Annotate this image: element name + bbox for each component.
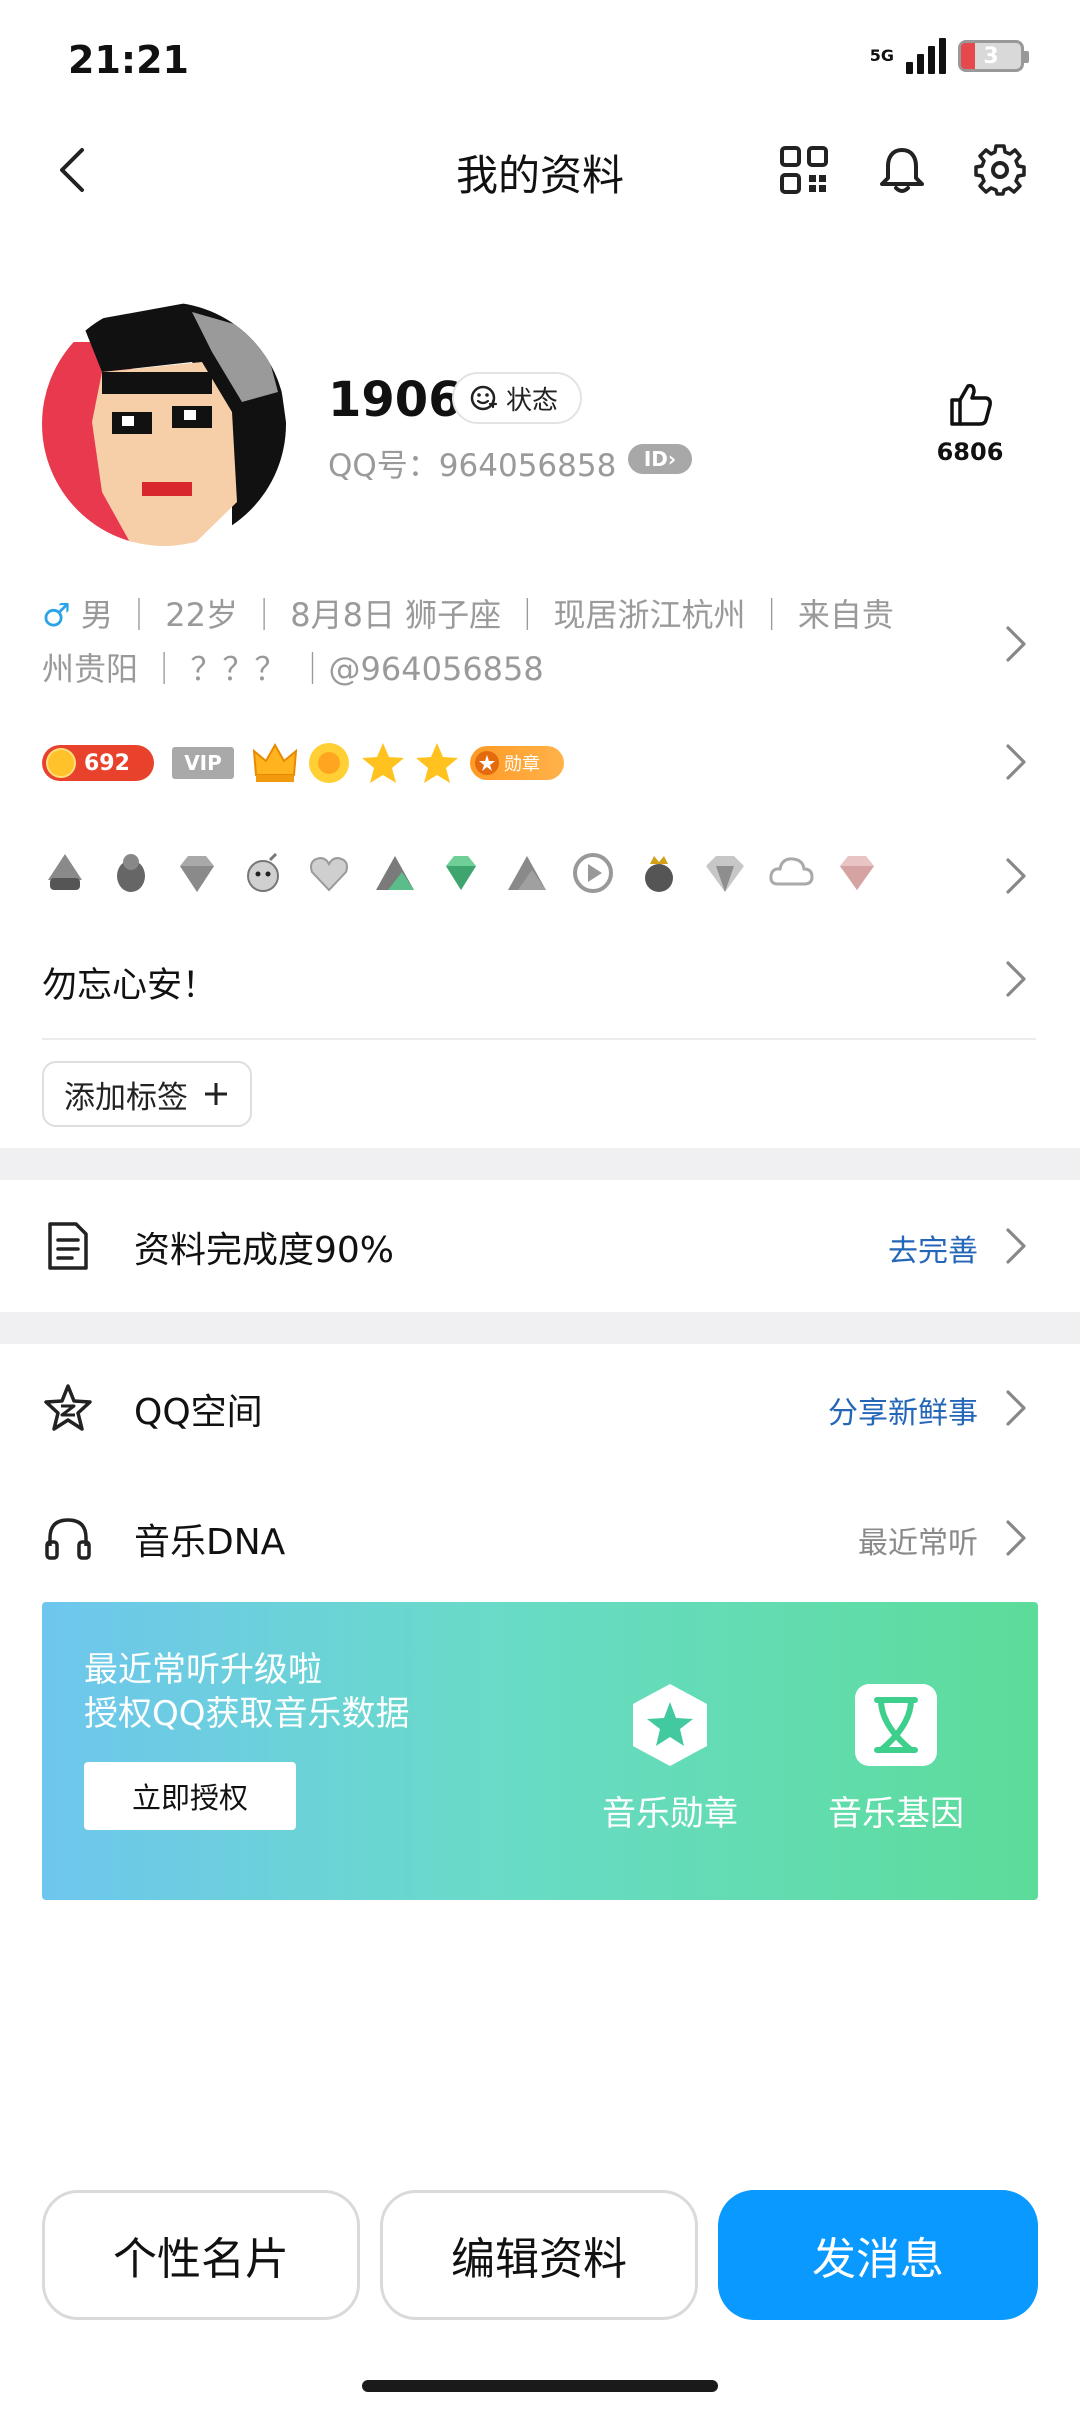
music-dna-label: 音乐DNA [134,1522,286,1563]
section-divider [0,1148,1080,1180]
basic-info: 男 ｜ 22岁 ｜ 8月8日 狮子座 ｜ 现居浙江杭州 ｜ 来自贵州贵阳 ｜ ？… [42,596,894,688]
music-dna-row[interactable]: 音乐DNA 最近常听 [0,1488,1080,1588]
chevron-right-icon [1006,626,1026,662]
sun-icon [309,743,349,783]
chevron-right-icon: › [667,447,677,471]
profile-header: 1906 状态 QQ号：964056858 ID › 6806 [0,290,1080,550]
signal-icon [906,38,946,74]
achievement-strip [42,850,880,896]
badge-strip: 692 VIP 勋章 [42,740,564,786]
completion-label: 资料完成度90% [134,1230,395,1271]
music-medal-feature[interactable]: 音乐勋章 [570,1682,770,1835]
id-badge-label: ID [643,447,668,471]
heart-icon [310,856,348,892]
chevron-right-icon [1006,1390,1026,1426]
authorize-button[interactable]: 立即授权 [84,1762,296,1830]
coin-icon [46,748,76,778]
medal-label: 勋章 [504,754,540,775]
home-indicator[interactable] [362,2380,718,2392]
plus-icon [205,1083,227,1105]
level-badge: 692 [42,745,154,781]
qr-code-icon[interactable] [778,144,830,196]
medal-icon [475,751,499,775]
thumbs-up-icon [950,383,992,426]
chevron-right-icon [1006,858,1026,894]
music-authorization-card: 最近常听升级啦 授权QQ获取音乐数据 立即授权 音乐勋章 音乐基因 [42,1602,1038,1900]
pink-diamond-icon [840,856,874,890]
qzone-star-icon [44,1384,92,1431]
chevron-right-icon [1006,1520,1026,1556]
music-medal-icon [633,1684,707,1766]
like-count: 6806 [936,438,1004,466]
crown-icon [252,742,298,782]
qzone-label: QQ空间 [134,1392,263,1433]
status-bar: 21:21 5G 3 [0,0,1080,120]
music-gene-label: 音乐基因 [828,1794,964,1834]
music-card-line2: 授权QQ获取音乐数据 [84,1694,410,1734]
basic-info-row[interactable]: ♂ 男 ｜ 22岁 ｜ 8月8日 狮子座 ｜ 现居浙江杭州 ｜ 来自贵州贵阳 ｜… [0,588,1080,700]
complete-profile-link[interactable]: 去完善 [888,1226,978,1270]
battery-level: 3 [983,43,999,69]
like-button[interactable]: 6806 [930,380,1010,466]
signature-row[interactable]: 勿忘心安！ [0,945,1080,1015]
send-message-button[interactable]: 发消息 [718,2190,1038,2320]
music-medal-label: 音乐勋章 [602,1794,738,1834]
emerald-icon [446,856,476,890]
qq-number[interactable]: QQ号：964056858 [328,440,616,485]
smiley-icon [470,385,498,411]
status-time: 21:21 [68,38,189,82]
male-gender-icon: ♂ [42,596,71,634]
diamond-icon [180,856,214,892]
profile-completion-row[interactable]: 资料完成度90% 去完善 [0,1196,1080,1296]
status-label: 状态 [506,385,559,416]
bottom-action-bar: 个性名片 编辑资料 发消息 [0,2190,1080,2320]
nickname: 1906 [328,372,462,428]
crowned-penguin-icon [645,856,673,892]
status-button[interactable]: 状态 [452,372,583,424]
profile-card-button[interactable]: 个性名片 [42,2190,360,2320]
penguin-hat-icon [48,854,82,890]
mountain-icon [376,856,414,890]
silver-diamond-icon [706,856,744,892]
achievements-row[interactable] [0,838,1080,910]
chevron-right-icon [1006,744,1026,780]
music-gene-icon [855,1684,937,1766]
play-icon [573,853,613,893]
star-icon [362,743,404,783]
add-tag-label: 添加标签 [64,1079,188,1116]
mountain-icon [508,856,546,890]
battery-icon: 3 [958,40,1029,72]
music-gene-feature[interactable]: 音乐基因 [796,1682,996,1835]
add-tag-button[interactable]: 添加标签 [42,1061,252,1127]
share-news-link[interactable]: 分享新鲜事 [828,1388,978,1432]
document-icon [48,1222,88,1270]
divider [42,1038,1036,1040]
signature-text: 勿忘心安！ [42,966,218,1006]
nav-bar: 我的资料 [0,120,1080,220]
chevron-right-icon [1006,961,1026,997]
chevron-right-icon [1006,1228,1026,1264]
penguin-icon [117,854,145,892]
star-icon [416,743,458,783]
recent-listening-link[interactable]: 最近常听 [858,1518,978,1562]
badges-row[interactable]: 692 VIP 勋章 [0,730,1080,794]
id-badge[interactable]: ID › [628,444,692,474]
music-card-message: 最近常听升级啦 授权QQ获取音乐数据 [84,1648,410,1736]
headphones-icon [45,1518,91,1560]
section-divider [0,1312,1080,1344]
cloud-icon [769,857,814,886]
avatar[interactable] [42,302,286,546]
network-type: 5G [869,46,894,65]
bomb-face-icon [247,852,279,892]
status-indicators: 5G 3 [869,38,1029,74]
edit-profile-button[interactable]: 编辑资料 [380,2190,698,2320]
qzone-row[interactable]: QQ空间 分享新鲜事 [0,1358,1080,1458]
medal-badge: 勋章 [470,746,564,780]
basic-info-text: ♂ 男 ｜ 22岁 ｜ 8月8日 狮子座 ｜ 现居浙江杭州 ｜ 来自贵州贵阳 ｜… [42,588,922,696]
vip-badge: VIP [172,747,234,779]
level-value: 692 [84,750,130,776]
bell-icon[interactable] [876,144,928,196]
music-card-line1: 最近常听升级啦 [84,1650,322,1690]
settings-gear-icon[interactable] [974,144,1026,196]
